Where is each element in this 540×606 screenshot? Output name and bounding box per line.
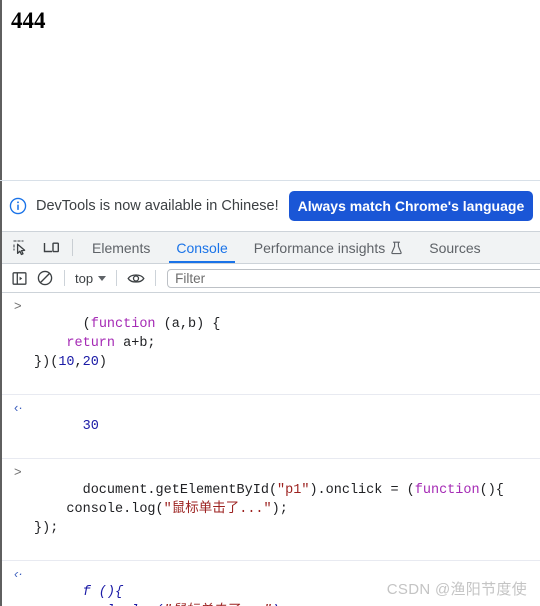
devtools-panel: DevTools is now available in Chinese! Al… xyxy=(0,181,540,606)
inspect-element-button[interactable] xyxy=(6,232,36,263)
experiment-flask-icon xyxy=(391,241,402,254)
console-code-0: (function (a,b) { return a+b; })(10,20) xyxy=(34,317,221,370)
tab-sources[interactable]: Sources xyxy=(416,232,493,263)
tab-elements-label: Elements xyxy=(92,239,151,256)
input-arrow-icon: > xyxy=(14,298,22,313)
tab-sources-label: Sources xyxy=(429,239,481,256)
console-toolbar-divider-1 xyxy=(64,270,65,286)
clear-console-icon xyxy=(37,270,53,286)
clear-console-button[interactable] xyxy=(32,265,58,291)
web-page-viewport: 444 xyxy=(0,0,540,181)
console-toolbar-divider-2 xyxy=(116,270,118,286)
console-message-list[interactable]: > (function (a,b) { return a+b; })(10,20)… xyxy=(0,293,540,606)
tabstrip-divider xyxy=(72,239,73,256)
tab-performance-insights[interactable]: Performance insights xyxy=(241,232,417,263)
device-toolbar-icon xyxy=(43,242,59,252)
console-toolbar-divider-3 xyxy=(155,270,157,286)
console-sidebar-icon xyxy=(11,271,27,285)
devtools-left-border xyxy=(0,181,2,606)
create-live-expression-button[interactable] xyxy=(123,265,149,291)
execution-context-label: top xyxy=(75,270,94,286)
console-toolbar: top xyxy=(0,264,540,293)
input-arrow-icon: > xyxy=(14,464,22,479)
output-arrow-icon: ‹· xyxy=(14,566,23,581)
console-code-2: document.getElementById("p1").onclick = … xyxy=(34,483,504,536)
console-result-message[interactable]: ‹· 30 xyxy=(0,395,540,459)
console-result-value: 30 xyxy=(82,419,99,434)
page-heading-444: 444 xyxy=(11,8,46,33)
viewport-left-border xyxy=(0,0,2,181)
chevron-down-icon xyxy=(98,275,107,281)
tab-elements[interactable]: Elements xyxy=(79,232,163,263)
info-circle-icon xyxy=(9,197,27,215)
csdn-watermark: CSDN @渔阳节度使 xyxy=(386,581,527,598)
inspect-element-icon xyxy=(13,239,26,255)
devtools-language-infobar: DevTools is now available in Chinese! Al… xyxy=(0,181,540,232)
console-result-function: f (){ console.log("鼠标单击了..."); } xyxy=(66,585,287,606)
devtools-tabstrip: Elements Console Performance insights So… xyxy=(0,232,540,264)
console-input-message[interactable]: > document.getElementById("p1").onclick =… xyxy=(0,459,540,561)
console-input-message[interactable]: > (function (a,b) { return a+b; })(10,20) xyxy=(0,293,540,395)
execution-context-selector[interactable]: top xyxy=(71,271,110,286)
console-filter-input[interactable] xyxy=(167,268,540,288)
tab-performance-insights-label: Performance insights xyxy=(253,239,386,256)
toggle-device-toolbar-button[interactable] xyxy=(36,232,66,263)
tab-console[interactable]: Console xyxy=(163,232,240,263)
live-expression-eye-icon xyxy=(127,273,145,283)
always-match-chrome-language-button[interactable]: Always match Chrome's language xyxy=(288,191,534,221)
output-arrow-icon: ‹· xyxy=(14,400,23,415)
tab-console-label: Console xyxy=(176,239,228,256)
console-sidebar-toggle-button[interactable] xyxy=(6,265,32,291)
infobar-message: DevTools is now available in Chinese! xyxy=(36,198,279,214)
